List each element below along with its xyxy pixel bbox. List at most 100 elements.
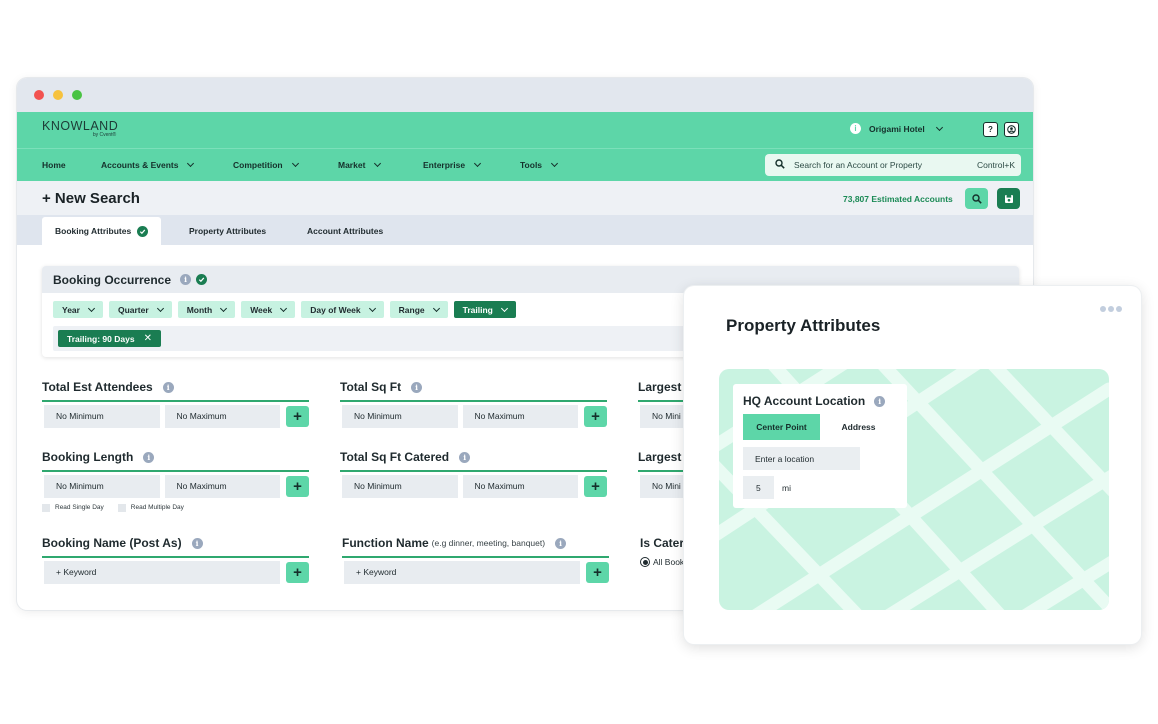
booking-occurrence-title: Booking Occurrence (53, 272, 172, 287)
chip-range-label: Range (398, 304, 425, 315)
info-icon[interactable]: i (162, 381, 174, 393)
active-filter-tag[interactable]: Trailing: 90 Days ✕ (58, 330, 161, 347)
chip-week[interactable]: Week (241, 301, 296, 318)
nav-market[interactable]: Market (338, 159, 382, 170)
max-input[interactable]: No Maximum (462, 404, 579, 428)
field-underline (42, 400, 309, 402)
add-button[interactable]: + (286, 475, 309, 497)
nav-competition[interactable]: Competition (233, 159, 299, 170)
nav-tools[interactable]: Tools (520, 159, 559, 170)
chip-quarter[interactable]: Quarter (108, 301, 172, 318)
chip-range[interactable]: Range (389, 301, 448, 318)
estimated-accounts: 73,807 Estimated Accounts (843, 194, 953, 204)
address-button[interactable]: Address (820, 414, 897, 440)
active-filter-label: Trailing: 90 Days (67, 333, 135, 344)
field-booking-length: Booking Length i No Minimum No Maximum + … (42, 449, 309, 512)
chevron-down-icon (432, 304, 440, 312)
brand-bar: KNOWLAND by Cvent® i Origami Hotel ? (17, 112, 1033, 148)
field-title: Booking Name (Post As) (42, 536, 182, 550)
min-input[interactable]: No Minimum (342, 474, 458, 498)
info-icon[interactable]: i (143, 451, 155, 463)
location-mode-toggle: Center Point Address (743, 414, 897, 440)
info-icon[interactable]: i (180, 274, 192, 285)
radius-input[interactable]: 5 (743, 476, 774, 499)
max-input[interactable]: No Maximum (164, 474, 281, 498)
add-button[interactable]: + (584, 405, 607, 427)
minimize-window-button[interactable] (53, 90, 63, 100)
run-search-button[interactable] (965, 188, 988, 209)
read-single-day-checkbox[interactable]: Read Single Day (42, 503, 104, 512)
checkbox-box (42, 503, 50, 512)
chevron-down-icon (374, 159, 382, 168)
chip-week-label: Week (250, 304, 273, 315)
hq-location-title: HQ Account Location (743, 394, 866, 408)
info-icon[interactable]: i (555, 537, 567, 549)
search-shortcut: Control+K (976, 160, 1015, 170)
field-title: Largest (638, 380, 682, 394)
chevron-down-icon (291, 159, 299, 168)
center-point-button[interactable]: Center Point (743, 414, 820, 440)
location-input[interactable]: Enter a location (743, 447, 860, 470)
check-circle-icon (137, 225, 149, 237)
field-underline (340, 400, 607, 402)
field-underline (42, 556, 309, 558)
chip-trailing[interactable]: Trailing (453, 301, 516, 318)
info-icon[interactable]: i (191, 537, 203, 549)
add-button[interactable]: + (286, 405, 309, 427)
chip-month-label: Month (186, 304, 213, 315)
chevron-down-icon (280, 304, 288, 312)
close-window-button[interactable] (34, 90, 44, 100)
field-total-sq-ft-catered: Total Sq Ft Catered i No Minimum No Maxim… (340, 449, 607, 498)
radio-label: All Book (653, 557, 685, 567)
chip-day-of-week[interactable]: Day of Week (301, 301, 384, 318)
info-icon[interactable]: i (874, 395, 886, 407)
field-title: Largest (638, 450, 682, 464)
save-icon (1004, 194, 1013, 203)
chip-month[interactable]: Month (177, 301, 236, 318)
chevron-down-icon (220, 304, 228, 312)
add-button[interactable]: + (586, 561, 609, 583)
maximize-window-button[interactable] (72, 90, 82, 100)
keyword-input[interactable]: + Keyword (44, 560, 281, 584)
min-input[interactable]: No Minimum (44, 474, 160, 498)
chip-year[interactable]: Year (53, 301, 103, 318)
tab-booking-attributes-label: Booking Attributes (55, 226, 132, 236)
nav-accounts-events[interactable]: Accounts & Events (101, 159, 195, 170)
help-icon[interactable]: ? (983, 122, 998, 137)
global-search-input[interactable]: Search for an Account or Property Contro… (765, 154, 1021, 176)
read-multiple-day-checkbox[interactable]: Read Multiple Day (117, 503, 184, 512)
property-switcher[interactable]: i Origami Hotel (850, 123, 943, 134)
tab-booking-attributes[interactable]: Booking Attributes (42, 217, 162, 245)
max-input[interactable]: No Maximum (462, 474, 579, 498)
more-options-icon[interactable] (1100, 306, 1122, 312)
close-icon[interactable]: ✕ (144, 333, 152, 344)
min-input[interactable]: No Minimum (342, 404, 458, 428)
property-attributes-card: Property Attributes HQ Account Location i… (684, 286, 1141, 644)
tab-account-attributes[interactable]: Account Attributes (294, 217, 396, 245)
field-hint: (e.g dinner, meeting, banquet) (431, 538, 546, 548)
field-title: Total Sq Ft Catered (340, 450, 450, 464)
info-icon[interactable]: i (459, 451, 471, 463)
knowland-logo[interactable]: KNOWLAND by Cvent® (42, 119, 118, 138)
nav-home[interactable]: Home (42, 160, 66, 170)
tab-property-attributes[interactable]: Property Attributes (176, 217, 279, 245)
keyword-input[interactable]: + Keyword (344, 560, 581, 584)
chevron-down-icon (156, 304, 164, 312)
checkbox-label: Read Multiple Day (130, 504, 184, 511)
add-button[interactable]: + (584, 475, 607, 497)
chip-quarter-label: Quarter (117, 304, 149, 315)
max-input[interactable]: No Maximum (164, 404, 281, 428)
field-booking-name: Booking Name (Post As) i + Keyword + (42, 535, 309, 584)
hq-location-panel: HQ Account Location i Center Point Addres… (733, 384, 907, 508)
min-input[interactable]: No Minimum (44, 404, 160, 428)
page-title[interactable]: + New Search (42, 190, 140, 207)
add-button[interactable]: + (286, 561, 309, 583)
save-search-button[interactable] (997, 188, 1020, 209)
user-icon[interactable] (1004, 122, 1019, 137)
nav-enterprise[interactable]: Enterprise (423, 159, 482, 170)
info-icon[interactable]: i (411, 381, 423, 393)
chevron-down-icon (551, 159, 559, 168)
chevron-down-icon (935, 123, 943, 131)
check-circle-icon (196, 274, 208, 285)
chevron-down-icon (187, 159, 195, 168)
